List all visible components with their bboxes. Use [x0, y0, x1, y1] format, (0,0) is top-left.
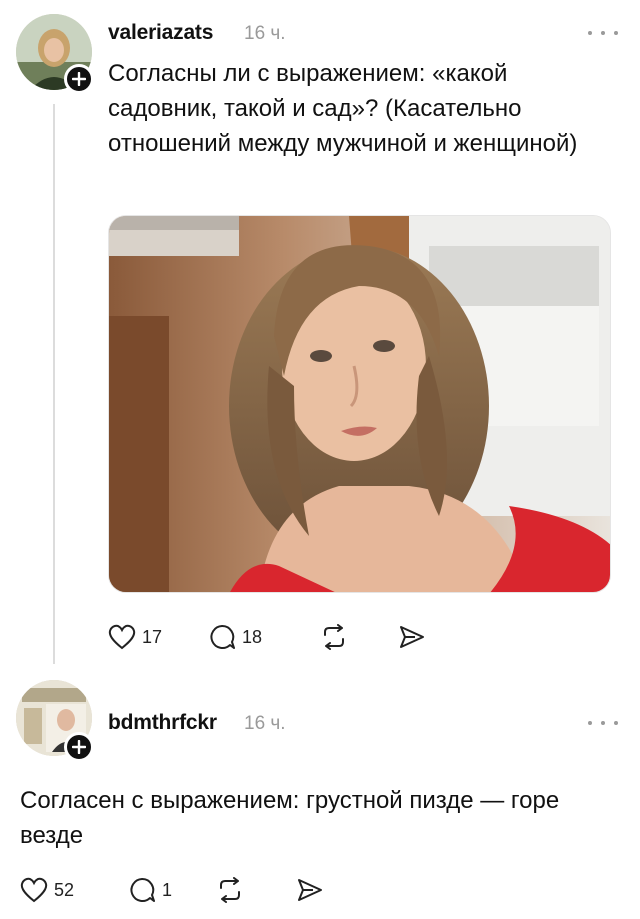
post-photo[interactable]	[108, 215, 611, 593]
reply-count: 1	[162, 879, 173, 900]
share-button[interactable]	[398, 622, 426, 652]
timestamp: 16 ч.	[244, 23, 286, 44]
post-bdmthrfckr: bdmthrfckr 16 ч. Согласен с выражением: …	[0, 680, 640, 919]
share-icon	[400, 626, 424, 648]
comment-button[interactable]: 18	[208, 622, 262, 652]
post-actions: 17 18	[108, 622, 508, 652]
heart-icon	[20, 877, 48, 903]
follow-plus-icon[interactable]	[64, 732, 94, 762]
share-button[interactable]	[296, 875, 324, 905]
like-count: 17	[142, 626, 163, 647]
comment-icon	[130, 877, 155, 902]
like-count: 52	[54, 879, 75, 900]
more-icon[interactable]	[588, 28, 618, 38]
like-button[interactable]: 17	[108, 622, 162, 652]
repost-button[interactable]	[216, 875, 244, 905]
post-valeriazats: valeriazats 16 ч. Согласны ли с выражени…	[0, 0, 640, 680]
thread-line	[53, 104, 55, 664]
comment-button[interactable]: 1	[128, 875, 172, 905]
repost-button[interactable]	[320, 622, 348, 652]
like-button[interactable]: 52	[20, 875, 74, 905]
post-text: Согласны ли с выражением: «какой садовни…	[108, 60, 578, 157]
reply-count: 18	[242, 626, 263, 647]
follow-plus-icon[interactable]	[64, 64, 94, 94]
timestamp: 16 ч.	[244, 713, 286, 734]
repost-icon	[324, 624, 344, 650]
post-text: Согласен с выражением: грустной пизде — …	[20, 787, 560, 849]
username[interactable]: bdmthrfckr	[108, 711, 217, 735]
post-actions: 52 1	[20, 875, 420, 905]
repost-icon	[220, 877, 240, 903]
comment-icon	[210, 624, 235, 649]
share-icon	[298, 879, 322, 901]
username[interactable]: valeriazats	[108, 21, 213, 45]
heart-icon	[108, 624, 136, 650]
more-icon[interactable]	[588, 718, 618, 728]
